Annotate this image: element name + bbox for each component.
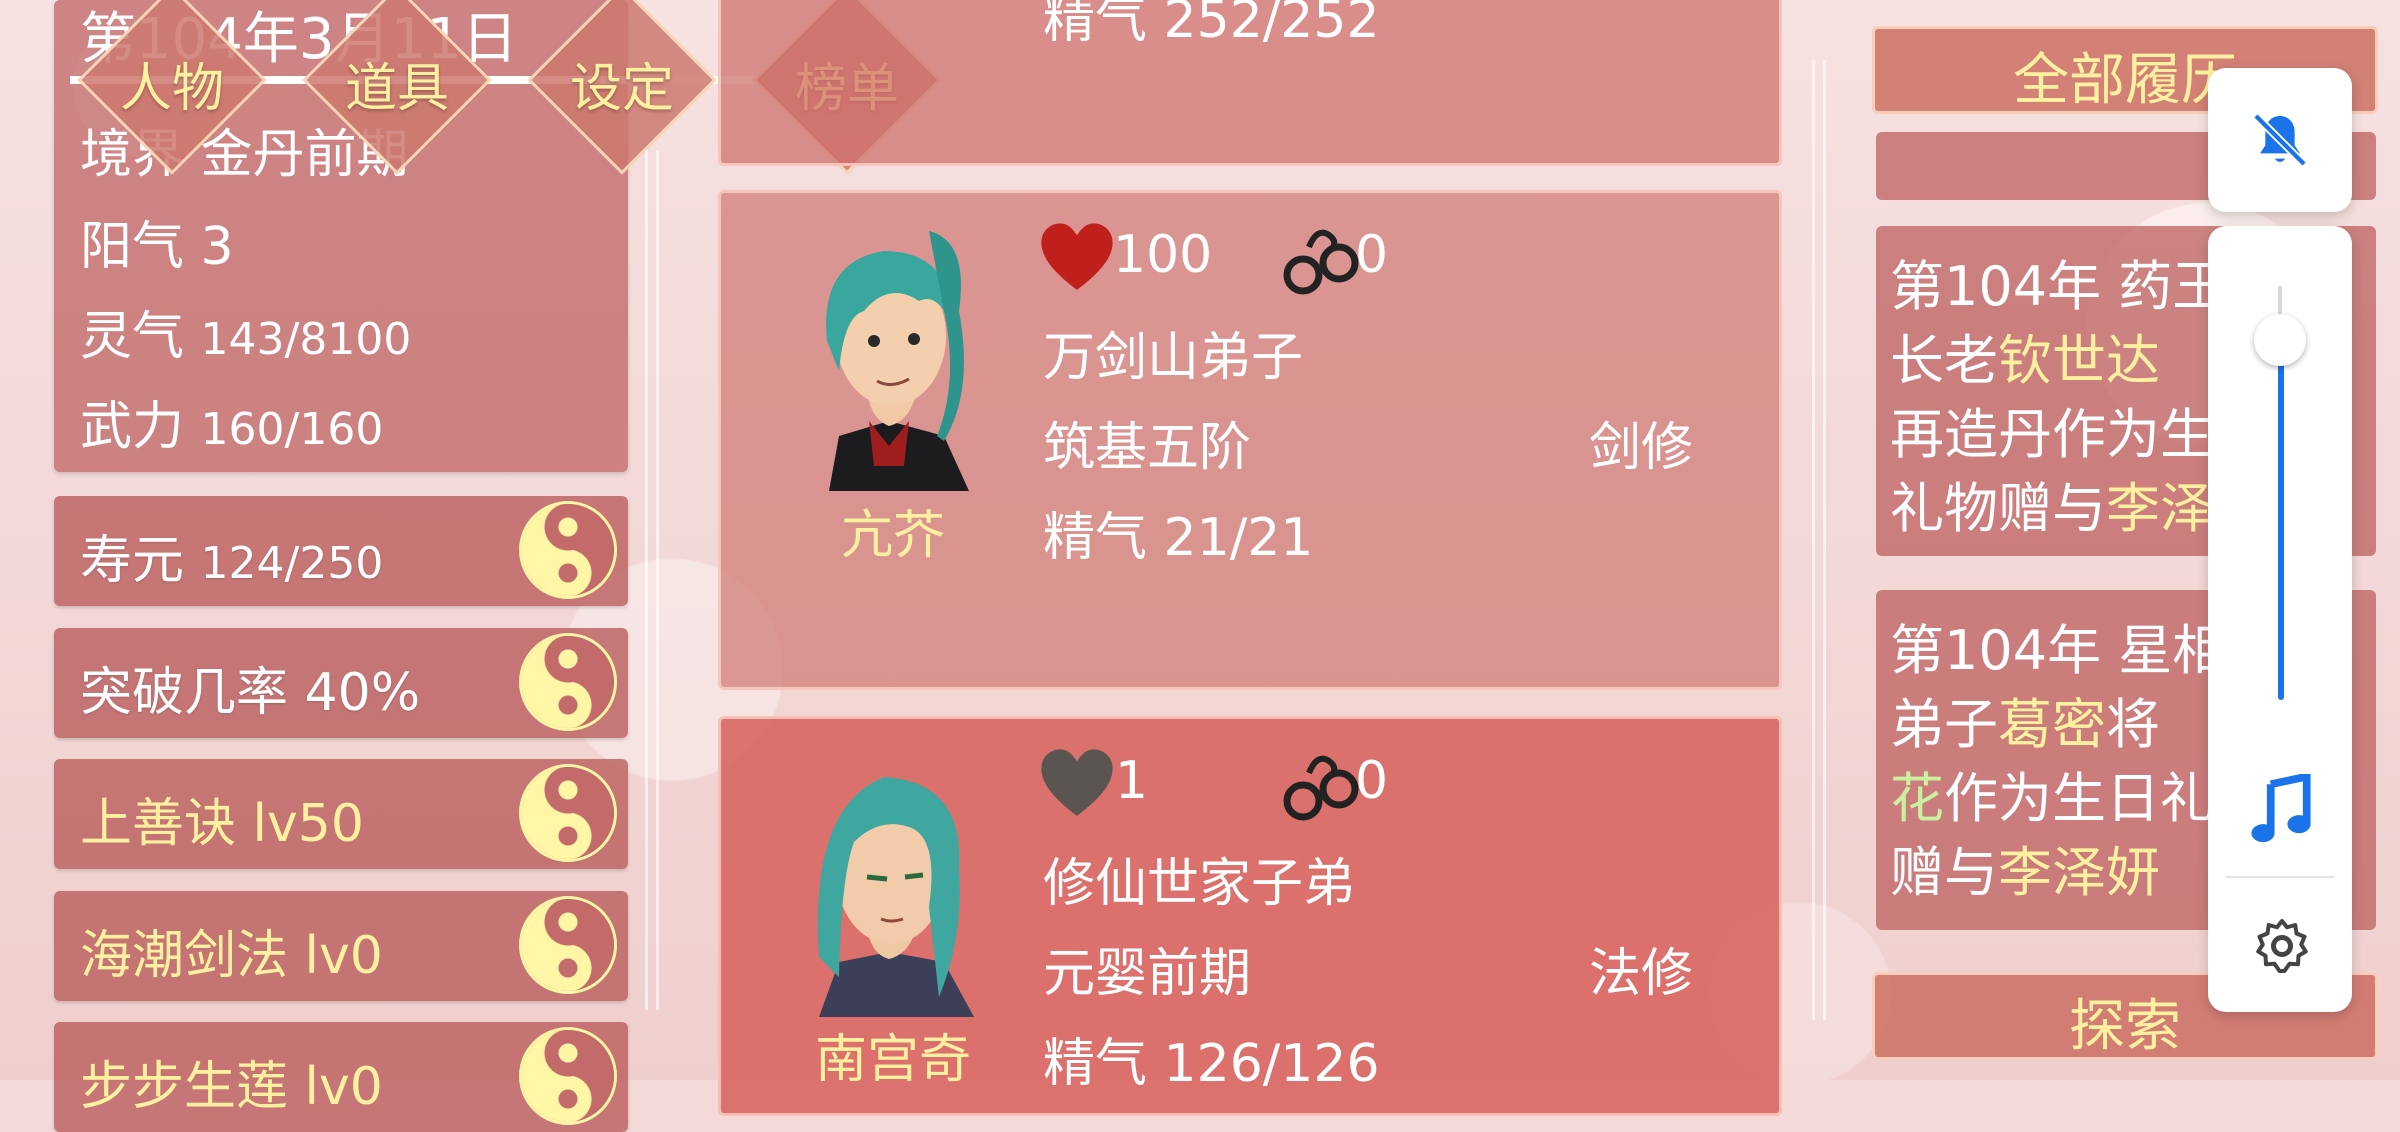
handcuffs-icon xyxy=(1283,229,1359,295)
heart-icon xyxy=(1041,223,1113,290)
favor-value: 1 xyxy=(1115,751,1149,811)
yang-label: 阳气 3 xyxy=(80,217,234,277)
wuli-row: 武力 160/160 xyxy=(80,384,383,459)
log-line: 赠与李泽妍 xyxy=(1890,828,2160,907)
yinyang-icon[interactable] xyxy=(522,1030,614,1122)
skill-bubu-button[interactable]: 步步生莲 lv0 xyxy=(54,1022,628,1132)
heart-icon xyxy=(1041,749,1113,816)
character-card-kangjie[interactable]: 亢芥 100 0 万剑山弟子 筑基五阶 剑修 精气 21/21 xyxy=(718,190,1782,690)
identity-label: 修仙世家子弟 xyxy=(1043,854,1356,914)
log-text: 赠与 xyxy=(1890,841,1998,904)
jingqi-label: 精气 21/21 xyxy=(1043,508,1314,568)
nav-items-label: 道具 xyxy=(344,59,449,119)
log-name-highlight: 钦世达 xyxy=(1998,329,2160,392)
yinyang-icon[interactable] xyxy=(522,504,614,596)
log-name-highlight: 葛密 xyxy=(1998,693,2106,756)
log-text: 礼物赠与 xyxy=(1890,477,2106,540)
divider xyxy=(2226,876,2334,878)
log-name-highlight: 李泽妍 xyxy=(1998,841,2160,904)
favor-value: 100 xyxy=(1113,225,1213,285)
lifespan-label: 寿元 124/250 xyxy=(80,518,383,593)
music-note-icon xyxy=(2251,774,2311,843)
log-item-highlight: 花 xyxy=(1890,767,1944,830)
log-text: 长老 xyxy=(1890,329,1998,392)
log-name-highlight: 李泽 xyxy=(2106,477,2214,540)
skill-shangshan-label: 上善诀 lv50 xyxy=(80,794,364,854)
log-line: 长老钦世达 xyxy=(1890,316,2160,395)
breakthrough-label: 突破几率 40% xyxy=(80,663,421,723)
log-line: 礼物赠与李泽 xyxy=(1890,464,2214,543)
wuli-value: 160/160 xyxy=(200,404,384,455)
character-portrait xyxy=(817,777,974,1017)
yinyang-icon[interactable] xyxy=(522,636,614,728)
character-name: 亢芥 xyxy=(840,506,945,566)
class-label: 剑修 xyxy=(1588,418,1693,478)
mute-toggle[interactable] xyxy=(2208,68,2352,212)
wuli-label: 武力 xyxy=(80,397,185,457)
skill-shangshan-button[interactable]: 上善诀 lv50 xyxy=(54,759,628,869)
character-card-nangongqi[interactable]: 南宫奇 1 0 修仙世家子弟 元婴前期 法修 精气 126/126 xyxy=(718,716,1782,1116)
class-label: 法修 xyxy=(1588,944,1693,1004)
card-top-jingqi: 精气 252/252 xyxy=(1043,0,1380,50)
skill-haichao-label: 海潮剑法 lv0 xyxy=(80,926,383,986)
identity-label: 万剑山弟子 xyxy=(1043,328,1304,388)
character-portrait xyxy=(826,231,969,491)
handcuffs-icon xyxy=(1283,755,1359,821)
skill-bubu-label: 步步生莲 lv0 xyxy=(80,1057,383,1117)
volume-track-filled xyxy=(2278,340,2284,700)
bell-off-icon xyxy=(2253,113,2307,167)
character-card-top[interactable]: 精气 252/252 xyxy=(718,0,1782,166)
yinyang-icon[interactable] xyxy=(522,899,614,991)
log-line: 弟子葛密将 xyxy=(1890,680,2160,759)
log-line: 花作为生日礼 xyxy=(1890,754,2214,833)
breakthrough-button[interactable]: 突破几率 40% xyxy=(54,628,628,738)
yinyang-icon[interactable] xyxy=(522,767,614,859)
log-line: 再造丹作为生 xyxy=(1890,403,2214,466)
realm-label: 元婴前期 xyxy=(1043,944,1252,1004)
character-name: 南宫奇 xyxy=(814,1030,971,1090)
log-line: 第104年 星相 xyxy=(1890,619,2227,682)
log-text: 将 xyxy=(2106,693,2160,756)
jingqi-label: 精气 126/126 xyxy=(1043,1034,1380,1094)
lifespan-button[interactable]: 寿元 124/250 xyxy=(54,496,628,606)
bond-value: 0 xyxy=(1355,751,1389,811)
lingqi-label: 灵气 xyxy=(80,307,185,367)
nav-settings-label: 设定 xyxy=(569,59,674,119)
log-text: 作为生日礼 xyxy=(1944,767,2214,830)
skill-haichao-button[interactable]: 海潮剑法 lv0 xyxy=(54,891,628,1001)
log-text: 弟子 xyxy=(1890,693,1998,756)
gear-icon[interactable] xyxy=(2252,916,2312,976)
volume-panel xyxy=(2208,226,2352,1012)
lifespan-value: 124/250 xyxy=(200,538,384,589)
bond-value: 0 xyxy=(1355,225,1389,285)
log-line: 第104年 药王 xyxy=(1890,255,2227,318)
lingqi-value: 143/8100 xyxy=(200,314,412,365)
left-scrollbar[interactable] xyxy=(645,150,659,1010)
center-scrollbar[interactable] xyxy=(1812,60,1826,1020)
volume-slider-thumb[interactable] xyxy=(2254,314,2306,366)
lingqi-row: 灵气 143/8100 xyxy=(80,294,411,369)
nav-character-label: 人物 xyxy=(119,59,224,119)
realm-label: 筑基五阶 xyxy=(1043,418,1252,478)
lifespan-text: 寿元 xyxy=(80,531,185,591)
